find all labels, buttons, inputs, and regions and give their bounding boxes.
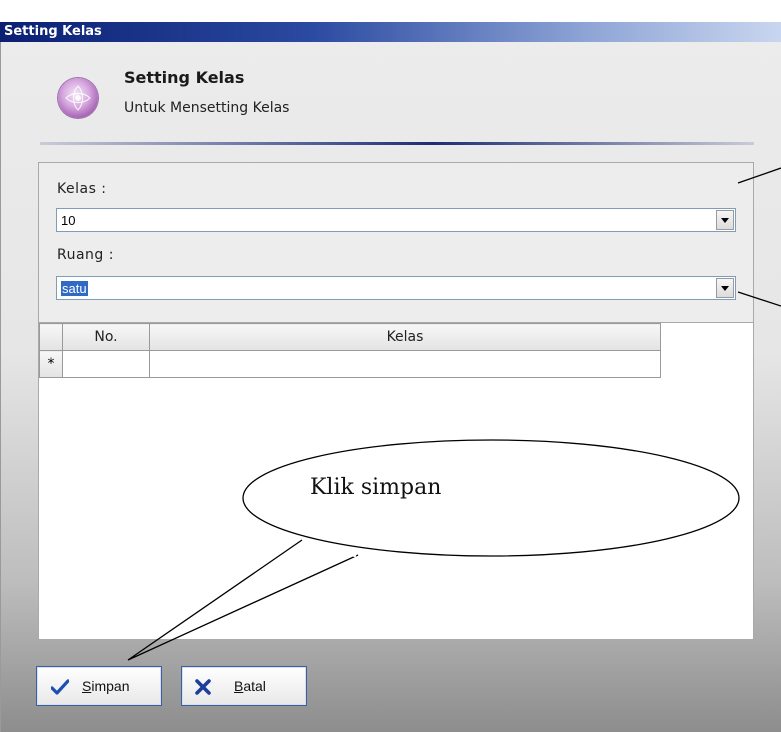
annotation-layer <box>127 167 781 661</box>
kelas-annotation-arrow <box>737 167 781 184</box>
ruang-annotation-arrow <box>737 291 781 307</box>
callout-pointer <box>127 539 359 661</box>
callout-text: Klik simpan <box>310 475 442 500</box>
